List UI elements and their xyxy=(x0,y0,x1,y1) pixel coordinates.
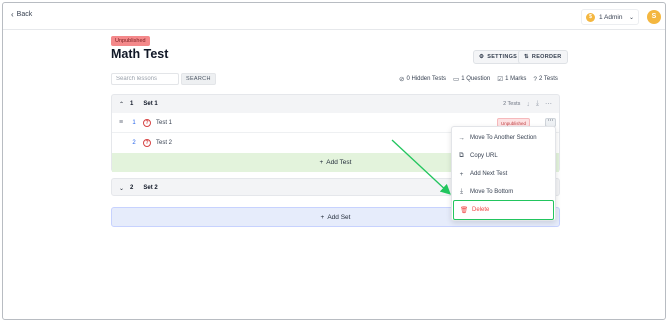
reorder-icon: ⇅ xyxy=(524,54,529,60)
menu-item-label: Move To Bottom xyxy=(470,189,514,195)
set-number: 2 xyxy=(130,185,134,191)
chevron-up-icon[interactable]: ⌃ xyxy=(119,101,124,108)
tests-label: 2 Tests xyxy=(539,76,558,82)
question-icon: ? xyxy=(143,118,151,127)
reorder-label: REORDER xyxy=(531,54,562,60)
set-name: Set 1 xyxy=(143,101,158,107)
back-label: Back xyxy=(16,11,33,18)
menu-item-move-to-bottom[interactable]: ⤓ Move To Bottom xyxy=(452,183,555,201)
test-name[interactable]: Test 2 xyxy=(156,140,172,146)
marks-stat: ☑ 1 Marks xyxy=(497,75,526,83)
test-name[interactable]: Test 1 xyxy=(156,120,172,126)
set-tests-count: 2 Tests xyxy=(503,101,521,107)
eye-off-icon: ⊘ xyxy=(399,76,405,83)
menu-item-copy-url[interactable]: ⧉ Copy URL xyxy=(452,147,555,165)
settings-label: SETTINGS xyxy=(487,54,518,60)
more-icon[interactable]: ⋯ xyxy=(545,100,552,108)
chevron-down-icon: ⌄ xyxy=(628,14,634,21)
chevron-down-icon[interactable]: ⌄ xyxy=(119,185,124,192)
marks-label: 1 Marks xyxy=(505,76,527,82)
test-context-menu: → Move To Another Section ⧉ Copy URL + A… xyxy=(451,126,556,221)
set-number: 1 xyxy=(130,101,134,107)
hidden-tests-label: 0 Hidden Tests xyxy=(406,76,447,82)
copy-icon: ⧉ xyxy=(459,152,464,159)
trash-icon: 🗑 xyxy=(460,207,469,214)
arrow-right-icon: → xyxy=(458,134,465,142)
question-circle-icon: ? xyxy=(533,75,538,83)
set-actions: 2 Tests ↓ ⤓ ⋯ xyxy=(503,100,552,108)
coin-icon: $ xyxy=(586,12,595,22)
account-switcher[interactable]: $ 1 Admin ⌄ xyxy=(581,9,639,25)
set-name: Set 2 xyxy=(143,185,158,191)
arrow-bottom-icon[interactable]: ⤓ xyxy=(536,100,539,108)
account-label: 1 Admin xyxy=(599,13,623,21)
chevron-left-icon: ‹ xyxy=(11,10,14,19)
back-button[interactable]: ‹ Back xyxy=(11,10,33,19)
plus-icon: + xyxy=(319,159,324,166)
test-number: 2 xyxy=(132,140,136,146)
menu-item-delete[interactable]: 🗑 Delete xyxy=(453,200,554,220)
avatar[interactable]: S xyxy=(647,10,661,24)
menu-item-label: Copy URL xyxy=(470,153,498,159)
set-header[interactable]: ⌃ 1 Set 1 2 Tests ↓ ⤓ ⋯ xyxy=(112,95,559,113)
question-icon: ? xyxy=(143,139,151,147)
search-button[interactable]: SEARCH xyxy=(181,73,216,85)
add-set-label: Add Set xyxy=(327,213,351,221)
add-test-label: Add Test xyxy=(326,159,352,166)
checkbox-icon: ☑ xyxy=(497,76,504,83)
hidden-tests-stat: ⊘ 0 Hidden Tests xyxy=(399,75,446,83)
questions-stat: ▭ 1 Question xyxy=(453,75,490,83)
questions-label: 1 Question xyxy=(461,76,491,82)
reorder-button[interactable]: ⇅ REORDER xyxy=(518,50,568,64)
plus-icon: + xyxy=(459,170,464,178)
search-input[interactable] xyxy=(111,73,179,85)
plus-icon: + xyxy=(320,213,325,221)
test-stats: ⊘ 0 Hidden Tests ▭ 1 Question ☑ 1 Marks … xyxy=(399,75,558,84)
menu-item-add-next-test[interactable]: + Add Next Test xyxy=(452,165,555,183)
arrow-down-icon[interactable]: ↓ xyxy=(526,101,530,108)
test-number: 1 xyxy=(132,119,136,126)
menu-item-move-to-another-section[interactable]: → Move To Another Section xyxy=(452,129,555,147)
drag-handle-icon[interactable]: ≡ xyxy=(114,119,128,126)
status-badge: Unpublished xyxy=(111,36,150,46)
message-icon: ▭ xyxy=(453,76,460,83)
menu-item-label: Add Next Test xyxy=(470,171,508,177)
menu-item-label: Delete xyxy=(472,207,490,213)
page-title: Math Test xyxy=(111,47,169,61)
gear-icon: ⚙ xyxy=(479,54,485,60)
settings-button[interactable]: ⚙ SETTINGS xyxy=(473,50,524,64)
tests-stat: ? 2 Tests xyxy=(533,75,558,83)
arrow-down-icon: ⤓ xyxy=(460,188,463,195)
app-window: ‹ Back $ 1 Admin ⌄ S Unpublished Math Te… xyxy=(2,2,666,320)
menu-item-label: Move To Another Section xyxy=(470,135,537,141)
top-bar: ‹ Back $ 1 Admin ⌄ S xyxy=(3,3,665,30)
